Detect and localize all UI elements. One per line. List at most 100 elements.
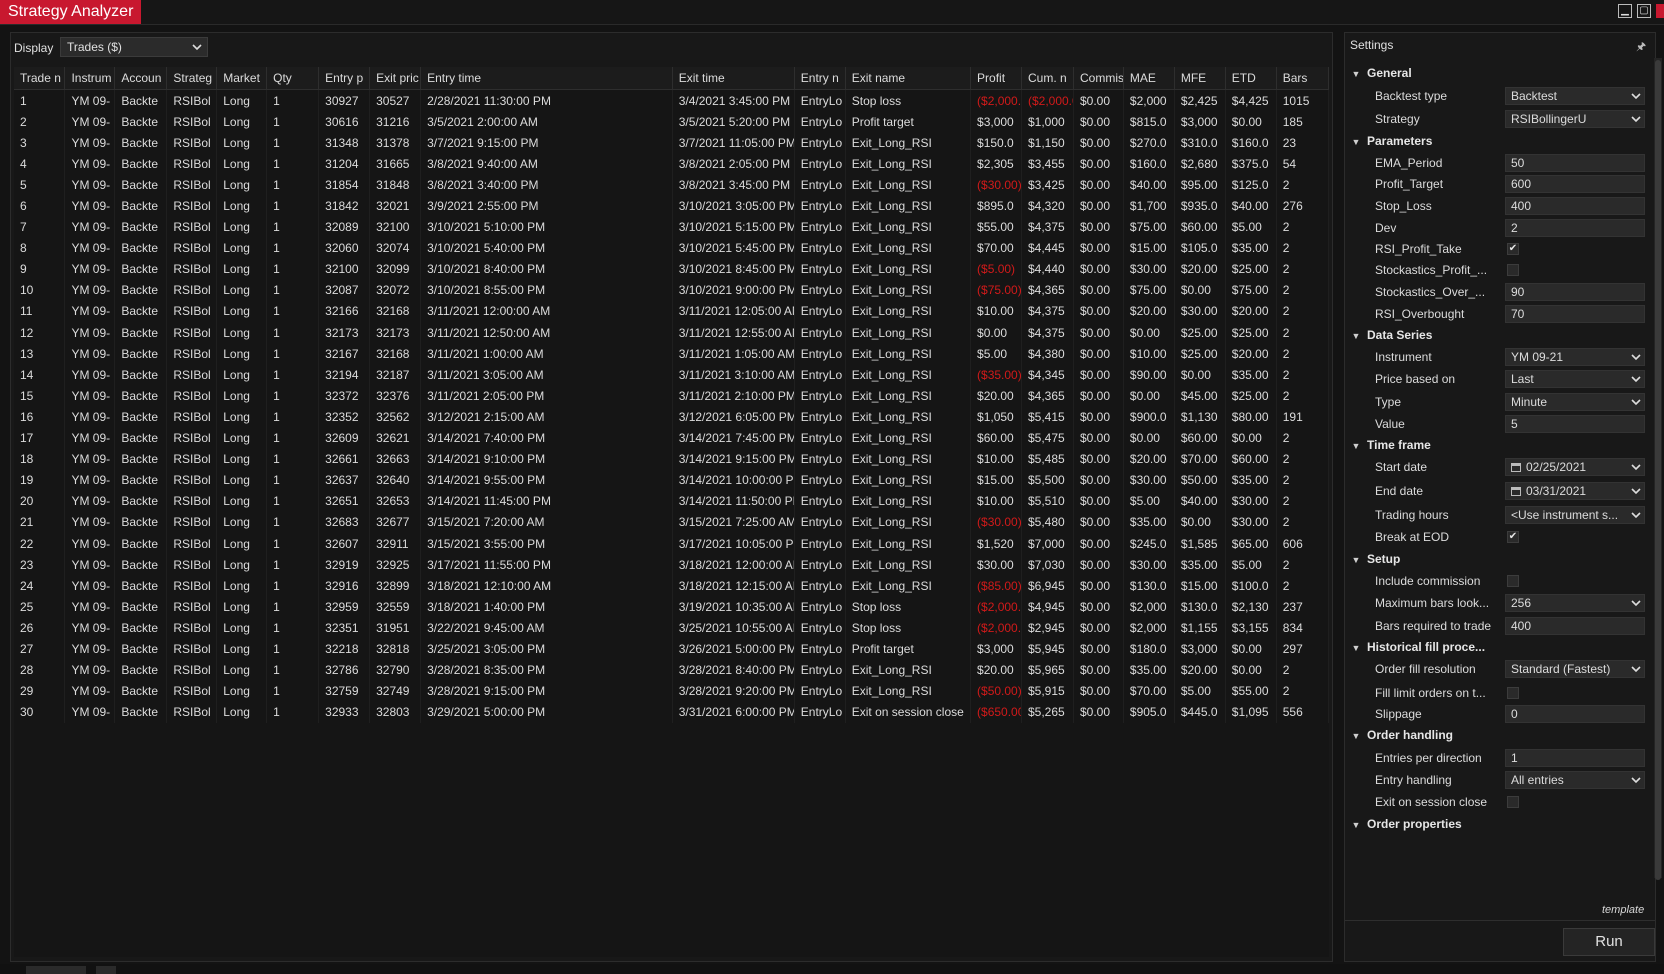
property-checkbox[interactable] [1507,264,1519,276]
settings-category[interactable]: ▼ Parameters [1345,131,1433,152]
collapse-triangle-icon[interactable]: ▼ [1345,726,1367,746]
table-row[interactable]: 20 YM 09- Backte RSIBol Long 1 32651 32653 3/14/… [14,490,1330,512]
settings-category[interactable]: ▼ General [1345,63,1412,83]
property-select[interactable]: All entries [1505,771,1645,789]
collapse-triangle-icon[interactable]: ▼ [1345,815,1367,835]
table-row[interactable]: 4 YM 09- Backte RSIBol Long 1 31204 31665 3/8/20… [14,153,1330,175]
collapse-triangle-icon[interactable]: ▼ [1345,638,1367,658]
maximize-icon[interactable]: ▢ [1637,4,1651,18]
column-header[interactable]: Entry time [420,67,673,90]
table-row[interactable]: 23 YM 09- Backte RSIBol Long 1 32919 32925 3/17/… [14,554,1330,576]
table-row[interactable]: 21 YM 09- Backte RSIBol Long 1 32683 32677 3/15/… [14,511,1330,533]
property-input[interactable]: 50 [1505,154,1645,172]
table-row[interactable]: 24 YM 09- Backte RSIBol Long 1 32916 32899 3/18/… [14,575,1330,597]
property-input[interactable]: 600 [1505,175,1645,193]
settings-category[interactable]: ▼ Historical fill proce... [1345,637,1486,658]
column-header[interactable]: Bars [1276,67,1330,90]
pin-icon[interactable]: 🖈 [1636,38,1646,57]
property-input[interactable]: 1 [1505,749,1645,767]
table-row[interactable]: 5 YM 09- Backte RSIBol Long 1 31854 31848 3/8/20… [14,174,1330,196]
collapse-triangle-icon[interactable]: ▼ [1345,326,1367,346]
template-link[interactable]: template [1602,904,1644,916]
property-input[interactable]: 5 [1505,415,1645,433]
column-header[interactable]: Cum. n [1021,67,1075,90]
property-input[interactable]: 2 [1505,219,1645,237]
table-row[interactable]: 11 YM 09- Backte RSIBol Long 1 32166 32168 3/11/… [14,300,1330,323]
property-select[interactable]: 256 [1505,594,1645,612]
table-row[interactable]: 2 YM 09- Backte RSIBol Long 1 30616 31216 3/5/20… [14,111,1330,133]
table-row[interactable]: 26 YM 09- Backte RSIBol Long 1 32351 31951 3/22/… [14,617,1330,639]
close-icon[interactable] [1656,4,1664,18]
property-checkbox[interactable] [1507,796,1519,808]
run-button[interactable]: Run [1563,928,1655,956]
column-header[interactable]: Profit [970,67,1022,90]
column-header[interactable]: Instrum [64,67,116,90]
property-date-picker[interactable]: 03/31/2021 [1505,482,1645,500]
property-date-picker[interactable]: 02/25/2021 [1505,458,1645,476]
table-row[interactable]: 3 YM 09- Backte RSIBol Long 1 31348 31378 3/7/20… [14,132,1330,154]
collapse-triangle-icon[interactable]: ▼ [1345,64,1367,84]
settings-category[interactable]: ▼ Time frame [1345,435,1431,455]
property-checkbox[interactable]: ✔ [1507,243,1519,255]
column-header[interactable]: Entry n [794,67,846,90]
column-header[interactable]: Qty [266,67,320,90]
settings-category[interactable]: ▼ Order handling [1345,725,1453,745]
property-input[interactable]: 400 [1505,197,1645,215]
column-header[interactable]: Market [216,67,268,90]
settings-category[interactable]: ▼ Data Series [1345,325,1433,346]
property-checkbox[interactable]: ✔ [1507,531,1519,543]
column-header[interactable]: Accoun [114,67,168,90]
collapse-triangle-icon[interactable]: ▼ [1345,132,1367,152]
property-checkbox[interactable] [1507,575,1519,587]
collapse-triangle-icon[interactable]: ▼ [1345,550,1367,570]
column-header[interactable]: Trade n [14,67,66,90]
column-header[interactable]: Exit time [672,67,795,90]
property-input[interactable]: 70 [1505,305,1645,323]
settings-scrollbar-thumb[interactable] [1655,60,1661,880]
table-row[interactable]: 14 YM 09- Backte RSIBol Long 1 32194 32187 3/11/… [14,364,1330,386]
table-row[interactable]: 6 YM 09- Backte RSIBol Long 1 31842 32021 3/9/20… [14,195,1330,217]
column-header[interactable]: MFE [1174,67,1226,90]
table-row[interactable]: 10 YM 09- Backte RSIBol Long 1 32087 32072 3/10/… [14,279,1330,301]
table-row[interactable]: 7 YM 09- Backte RSIBol Long 1 32089 32100 3/10/2… [14,216,1330,238]
property-input[interactable]: 400 [1505,617,1645,635]
column-header[interactable]: Exit pric [369,67,422,90]
table-row[interactable]: 8 YM 09- Backte RSIBol Long 1 32060 32074 3/10/2… [14,237,1330,259]
table-row[interactable]: 22 YM 09- Backte RSIBol Long 1 32607 32911 3/15/… [14,532,1330,555]
table-row[interactable]: 19 YM 09- Backte RSIBol Long 1 32637 32640 3/14/… [14,469,1330,491]
table-row[interactable]: 27 YM 09- Backte RSIBol Long 1 32218 32818 3/25/… [14,638,1330,660]
property-select[interactable]: Last [1505,370,1645,388]
table-row[interactable]: 9 YM 09- Backte RSIBol Long 1 32100 32099 3/10/2… [14,258,1330,280]
table-row[interactable]: 15 YM 09- Backte RSIBol Long 1 32372 32376 3/11/… [14,385,1330,407]
bottom-tab[interactable] [26,966,86,974]
column-header[interactable]: Exit name [845,67,972,90]
table-row[interactable]: 13 YM 09- Backte RSIBol Long 1 32167 32168 3/11/… [14,343,1330,365]
minimize-icon[interactable]: ▁ [1618,4,1632,18]
table-row[interactable]: 30 YM 09- Backte RSIBol Long 1 32933 32803 3/29/… [14,701,1330,723]
property-select[interactable]: RSIBollingerU [1505,110,1645,128]
add-tab-button[interactable] [96,966,116,974]
column-header[interactable]: Commis [1073,67,1124,90]
property-select[interactable]: <Use instrument s... [1505,506,1645,524]
settings-category[interactable]: ▼ Setup [1345,549,1401,570]
table-row[interactable]: 28 YM 09- Backte RSIBol Long 1 32786 32790 3/28/… [14,659,1330,681]
property-select[interactable]: YM 09-21 [1505,348,1645,366]
display-select[interactable]: Trades ($) [60,37,208,57]
table-row[interactable]: 1 YM 09- Backte RSIBol Long 1 30927 30527 2/28/2… [14,89,1330,112]
table-row[interactable]: 29 YM 09- Backte RSIBol Long 1 32759 32749 3/28/… [14,680,1330,702]
column-header[interactable]: ETD [1225,67,1277,90]
column-header[interactable]: Strateg [166,67,218,90]
settings-category[interactable]: ▼ Order properties [1345,814,1462,834]
table-row[interactable]: 16 YM 09- Backte RSIBol Long 1 32352 32562 3/12/… [14,406,1330,428]
property-input[interactable]: 0 [1505,705,1645,723]
property-select[interactable]: Minute [1505,393,1645,411]
column-header[interactable]: MAE [1123,67,1175,90]
table-row[interactable]: 18 YM 09- Backte RSIBol Long 1 32661 32663 3/14/… [14,448,1330,470]
table-row[interactable]: 12 YM 09- Backte RSIBol Long 1 32173 32173 3/11/… [14,322,1330,344]
property-select[interactable]: Backtest [1505,87,1645,105]
property-select[interactable]: Standard (Fastest) [1505,660,1645,678]
table-row[interactable]: 25 YM 09- Backte RSIBol Long 1 32959 32559 3/18/… [14,596,1330,618]
property-input[interactable]: 90 [1505,283,1645,301]
property-checkbox[interactable] [1507,687,1519,699]
column-header[interactable]: Entry p [318,67,371,90]
